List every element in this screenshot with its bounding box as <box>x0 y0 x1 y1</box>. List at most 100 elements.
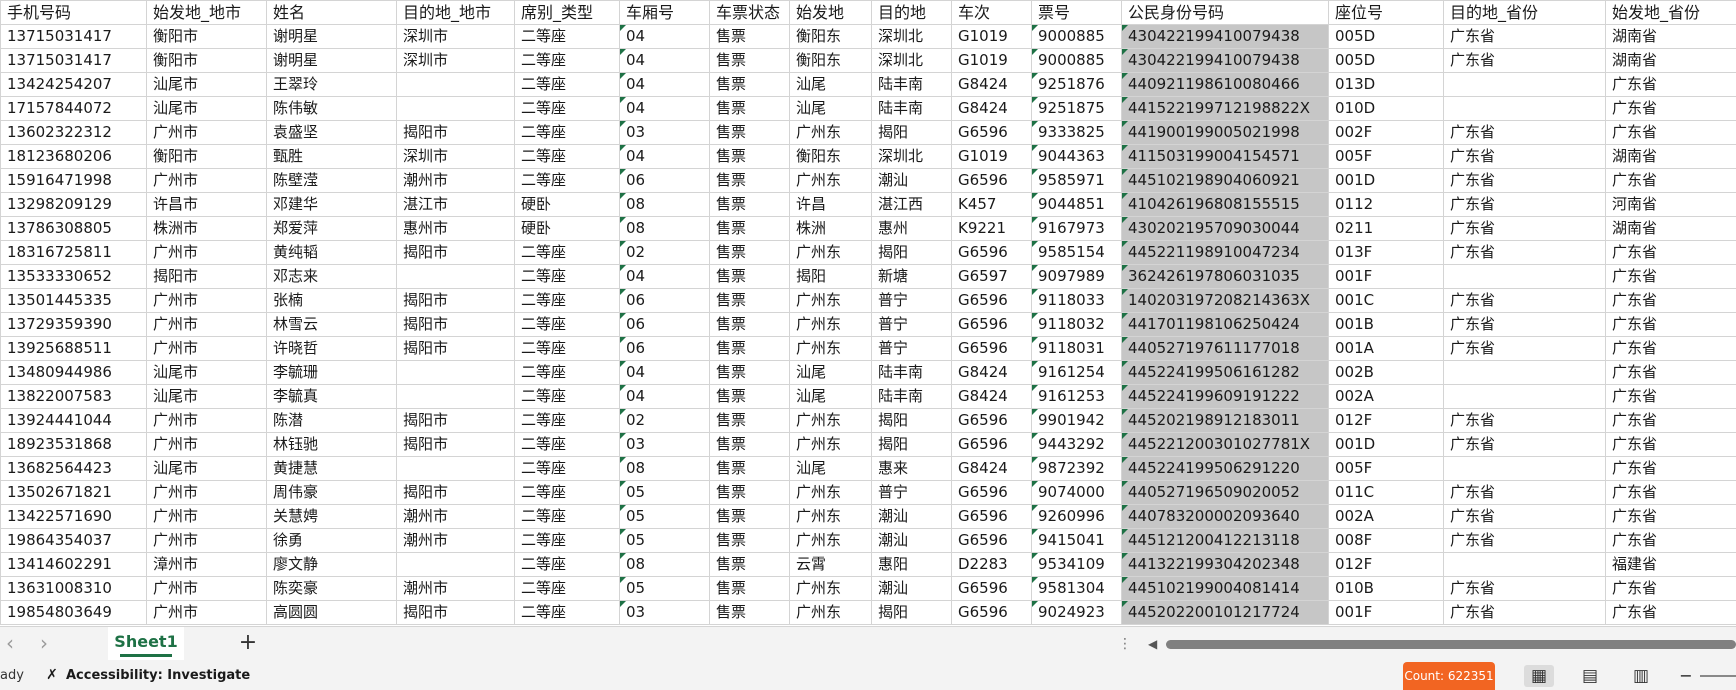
table-cell[interactable]: 012F <box>1328 552 1444 577</box>
table-cell[interactable]: G6596 <box>951 600 1032 625</box>
table-cell[interactable] <box>1443 96 1606 121</box>
table-cell[interactable]: 012F <box>1328 408 1444 433</box>
table-cell[interactable]: 云霄 <box>789 552 872 577</box>
table-cell[interactable]: 9074000 <box>1031 480 1122 505</box>
table-cell[interactable]: 广东省 <box>1605 600 1736 625</box>
column-header-cell[interactable]: 席别_类型 <box>514 0 620 25</box>
table-cell[interactable]: 04 <box>619 24 710 49</box>
table-cell[interactable]: 08 <box>619 552 710 577</box>
table-cell[interactable]: 13480944986 <box>0 360 147 385</box>
table-cell[interactable]: 陈壁滢 <box>266 168 397 193</box>
table-cell[interactable]: 广东省 <box>1605 456 1736 481</box>
table-cell[interactable]: G6596 <box>951 480 1032 505</box>
table-cell[interactable]: 445202198912183011 <box>1121 408 1329 433</box>
table-cell[interactable]: 潮州市 <box>396 168 515 193</box>
table-cell[interactable]: 05 <box>619 504 710 529</box>
table-cell[interactable] <box>1443 264 1606 289</box>
column-header-cell[interactable]: 座位号 <box>1328 0 1444 25</box>
table-cell[interactable]: 广州东 <box>789 120 872 145</box>
column-header-cell[interactable]: 始发地 <box>789 0 872 25</box>
table-cell[interactable]: 04 <box>619 384 710 409</box>
table-cell[interactable]: 005F <box>1328 144 1444 169</box>
table-cell[interactable]: G6596 <box>951 336 1032 361</box>
table-cell[interactable]: 001C <box>1328 288 1444 313</box>
table-cell[interactable]: 9585154 <box>1031 240 1122 265</box>
table-cell[interactable]: 广州东 <box>789 288 872 313</box>
table-cell[interactable]: 林钰驰 <box>266 432 397 457</box>
table-cell[interactable]: 徐勇 <box>266 528 397 553</box>
column-header-cell[interactable]: 姓名 <box>266 0 397 25</box>
table-cell[interactable]: 衡阳东 <box>789 144 872 169</box>
table-cell[interactable]: 二等座 <box>514 72 620 97</box>
table-cell[interactable]: G6596 <box>951 120 1032 145</box>
table-cell[interactable]: 二等座 <box>514 336 620 361</box>
table-cell[interactable]: 广州东 <box>789 408 872 433</box>
table-cell[interactable]: 001D <box>1328 432 1444 457</box>
table-cell[interactable]: 440527197611177018 <box>1121 336 1329 361</box>
table-cell[interactable]: 广东省 <box>1443 480 1606 505</box>
table-cell[interactable]: 广东省 <box>1443 144 1606 169</box>
table-cell[interactable]: 0211 <box>1328 216 1444 241</box>
table-cell[interactable]: 二等座 <box>514 168 620 193</box>
column-header-cell[interactable]: 始发地_省份 <box>1605 0 1736 25</box>
table-cell[interactable]: 广东省 <box>1443 168 1606 193</box>
table-cell[interactable]: 汕尾市 <box>146 384 267 409</box>
table-cell[interactable]: 售票 <box>709 384 790 409</box>
table-cell[interactable]: 03 <box>619 600 710 625</box>
table-cell[interactable]: 广州市 <box>146 168 267 193</box>
table-cell[interactable]: 售票 <box>709 480 790 505</box>
table-cell[interactable]: 410426196808155515 <box>1121 192 1329 217</box>
zoom-slider[interactable] <box>1700 675 1736 677</box>
table-cell[interactable]: 002F <box>1328 120 1444 145</box>
table-cell[interactable]: 售票 <box>709 144 790 169</box>
table-cell[interactable]: 9585971 <box>1031 168 1122 193</box>
table-cell[interactable]: 411503199004154571 <box>1121 144 1329 169</box>
table-cell[interactable]: 售票 <box>709 48 790 73</box>
table-cell[interactable]: 售票 <box>709 408 790 433</box>
column-header-cell[interactable]: 目的地_省份 <box>1443 0 1606 25</box>
table-cell[interactable]: 001B <box>1328 312 1444 337</box>
table-cell[interactable]: 二等座 <box>514 528 620 553</box>
table-cell[interactable]: 王翠玲 <box>266 72 397 97</box>
table-cell[interactable]: D2283 <box>951 552 1032 577</box>
table-cell[interactable] <box>396 96 515 121</box>
table-cell[interactable]: G8424 <box>951 72 1032 97</box>
horizontal-scrollbar[interactable]: ◀ <box>1136 635 1736 653</box>
table-cell[interactable]: 售票 <box>709 456 790 481</box>
table-cell[interactable]: 惠来 <box>871 456 952 481</box>
table-cell[interactable]: 邓志来 <box>266 264 397 289</box>
table-cell[interactable]: 谢明星 <box>266 24 397 49</box>
table-cell[interactable]: 008F <box>1328 528 1444 553</box>
table-cell[interactable]: 445102198904060921 <box>1121 168 1329 193</box>
table-cell[interactable]: 广州东 <box>789 600 872 625</box>
table-cell[interactable]: 广东省 <box>1605 504 1736 529</box>
table-cell[interactable]: 二等座 <box>514 456 620 481</box>
table-cell[interactable] <box>1443 456 1606 481</box>
table-cell[interactable]: 002A <box>1328 384 1444 409</box>
table-cell[interactable]: 001A <box>1328 336 1444 361</box>
table-cell[interactable]: 13715031417 <box>0 48 147 73</box>
table-cell[interactable]: 9872392 <box>1031 456 1122 481</box>
table-cell[interactable]: 揭阳市 <box>396 240 515 265</box>
table-cell[interactable]: 9000885 <box>1031 24 1122 49</box>
table-cell[interactable]: 惠州市 <box>396 216 515 241</box>
table-cell[interactable]: 广东省 <box>1605 240 1736 265</box>
table-cell[interactable]: 13424254207 <box>0 72 147 97</box>
table-cell[interactable]: 445221198910047234 <box>1121 240 1329 265</box>
table-cell[interactable]: 二等座 <box>514 144 620 169</box>
table-cell[interactable]: G1019 <box>951 24 1032 49</box>
table-cell[interactable]: 福建省 <box>1605 552 1736 577</box>
table-cell[interactable]: 二等座 <box>514 600 620 625</box>
table-cell[interactable]: 05 <box>619 576 710 601</box>
table-cell[interactable]: 18123680206 <box>0 144 147 169</box>
table-cell[interactable]: 9260996 <box>1031 504 1122 529</box>
table-cell[interactable]: 二等座 <box>514 504 620 529</box>
table-cell[interactable]: 430422199410079438 <box>1121 48 1329 73</box>
table-cell[interactable]: 440783200002093640 <box>1121 504 1329 529</box>
table-cell[interactable]: 9118032 <box>1031 312 1122 337</box>
table-cell[interactable]: G6597 <box>951 264 1032 289</box>
next-sheet-button[interactable]: › <box>34 633 54 653</box>
table-cell[interactable]: 广州市 <box>146 408 267 433</box>
table-cell[interactable] <box>396 456 515 481</box>
table-cell[interactable]: 广东省 <box>1605 336 1736 361</box>
